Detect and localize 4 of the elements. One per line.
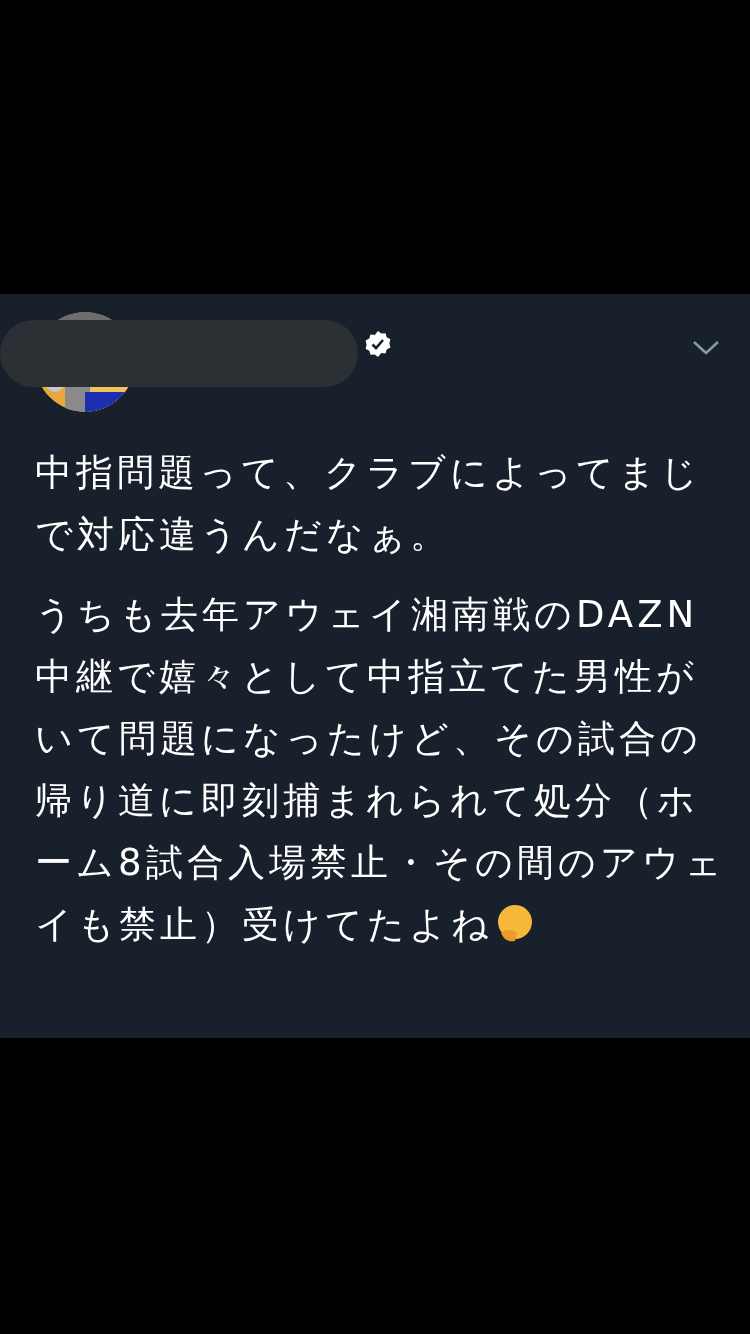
chevron-down-icon[interactable] — [692, 340, 720, 356]
tweet-text: 中指問題って、クラブによってまじで対応違うんだなぁ。 — [35, 450, 703, 558]
tweet-text: うちも去年アウェイ湘南戦のDAZN中継で嬉々として中指立てた男性がいて問題になったけど、その試合の帰り道に即刻捕まれられて処分（ホーム8試合入場禁止・その間のアウェイも禁止）受けてたよね — [35, 592, 727, 948]
thinking-emoji-icon — [495, 903, 535, 943]
